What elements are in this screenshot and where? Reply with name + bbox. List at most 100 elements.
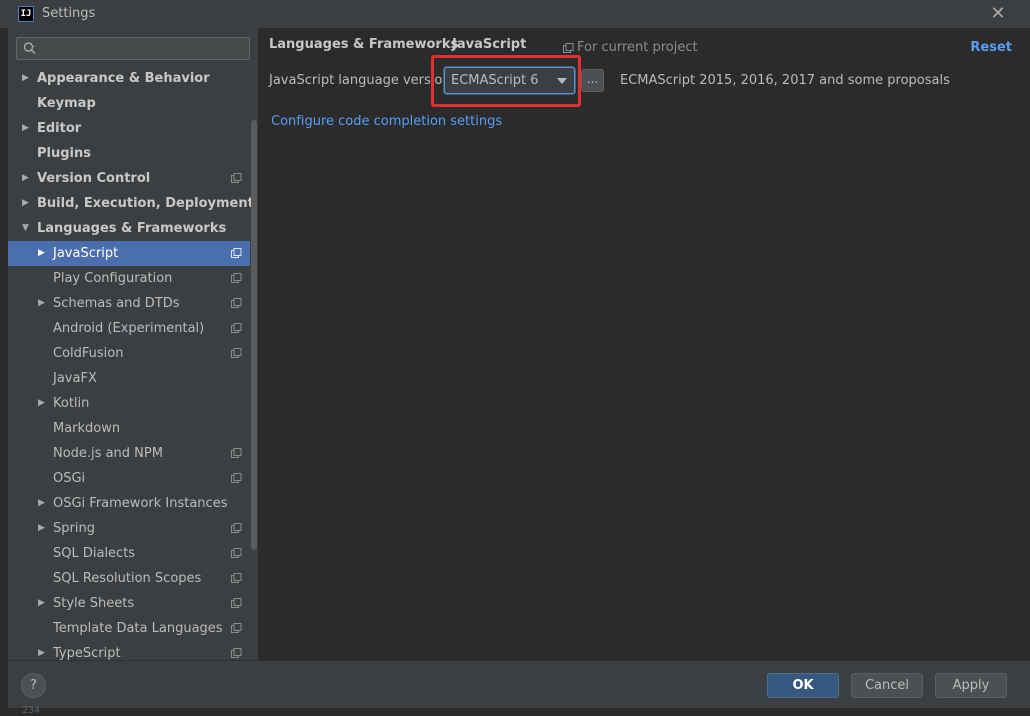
sidebar-item-osgi-framework-instances[interactable]: ▶ OSGi Framework Instances <box>8 491 250 516</box>
ok-button[interactable]: OK <box>767 673 839 698</box>
sidebar-item-plugins[interactable]: Plugins <box>8 141 250 166</box>
sidebar-item-label: Appearance & Behavior <box>37 71 210 86</box>
dropdown-arrow-icon <box>557 78 567 84</box>
sidebar-item-keymap[interactable]: Keymap <box>8 91 250 116</box>
sidebar-item-spring[interactable]: ▶ Spring <box>8 516 250 541</box>
sidebar-item-coldfusion[interactable]: ColdFusion <box>8 341 250 366</box>
editor-status-strip <box>0 708 1030 716</box>
close-icon[interactable]: ✕ <box>988 3 1008 25</box>
chevron-right-icon[interactable]: ▶ <box>38 291 48 316</box>
chevron-right-icon[interactable]: ▶ <box>38 241 48 266</box>
project-scope-icon <box>231 298 242 308</box>
project-scope-icon <box>231 473 242 483</box>
sidebar-item-label: Markdown <box>53 421 121 436</box>
help-button[interactable]: ? <box>21 673 46 698</box>
sidebar-item-label: Languages & Frameworks <box>37 221 227 236</box>
search-icon <box>23 42 36 54</box>
sidebar-item-node-js-and-npm[interactable]: Node.js and NPM <box>8 441 250 466</box>
chevron-right-icon[interactable]: ▶ <box>22 116 32 141</box>
sidebar-item-label: TypeScript <box>53 646 121 660</box>
breadcrumb-current: JavaScript <box>452 37 527 52</box>
sidebar-item-label: Play Configuration <box>53 271 173 286</box>
sidebar-item-style-sheets[interactable]: ▶ Style Sheets <box>8 591 250 616</box>
sidebar-item-label: SQL Dialects <box>53 546 136 561</box>
apply-button[interactable]: Apply <box>935 673 1007 698</box>
sidebar-item-markdown[interactable]: Markdown <box>8 416 250 441</box>
project-scope-icon <box>231 648 242 658</box>
cancel-button[interactable]: Cancel <box>851 673 923 698</box>
chevron-right-icon[interactable]: ▶ <box>38 391 48 416</box>
project-scope-icon <box>231 623 242 633</box>
chevron-right-icon[interactable]: ▶ <box>22 66 32 91</box>
project-scope-icon <box>231 548 242 558</box>
sidebar-item-label: Editor <box>37 121 82 136</box>
project-scope-icon <box>231 448 242 458</box>
line-number: 234 <box>22 705 41 716</box>
settings-tree: ▶ Appearance & Behavior Keymap ▶ Editor Plugi… <box>8 66 254 660</box>
sidebar-item-label: Plugins <box>37 146 91 161</box>
reset-button[interactable]: Reset <box>970 40 1012 55</box>
sidebar-item-label: Spring <box>53 521 95 536</box>
sidebar-item-label: Schemas and DTDs <box>53 296 180 311</box>
chevron-right-icon[interactable]: ▶ <box>38 491 48 516</box>
sidebar-item-label: Keymap <box>37 96 96 111</box>
sidebar-item-label: Node.js and NPM <box>53 446 163 461</box>
sidebar-item-label: OSGi Framework Instances <box>53 496 228 511</box>
sidebar-item-label: Kotlin <box>53 396 90 411</box>
sidebar-item-build-execution-deployment[interactable]: ▶ Build, Execution, Deployment <box>8 191 254 216</box>
chevron-down-icon[interactable]: ▼ <box>22 216 32 241</box>
sidebar-item-android-experimental[interactable]: Android (Experimental) <box>8 316 250 341</box>
sidebar-item-javascript[interactable]: ▶ JavaScript <box>8 241 250 266</box>
chevron-right-icon[interactable]: ▶ <box>38 516 48 541</box>
project-scope-icon <box>231 323 242 333</box>
sidebar-item-languages-frameworks[interactable]: ▼ Languages & Frameworks <box>8 216 250 241</box>
project-scope-icon <box>231 348 242 358</box>
sidebar-item-label: Template Data Languages <box>53 621 223 636</box>
sidebar-item-label: Version Control <box>37 171 151 186</box>
sidebar-item-osgi[interactable]: OSGi <box>8 466 250 491</box>
language-version-description: ECMAScript 2015, 2016, 2017 and some pro… <box>620 73 950 88</box>
project-scope-icon <box>231 573 242 583</box>
window-title: Settings <box>42 6 96 21</box>
project-scope-icon <box>231 273 242 283</box>
breadcrumb-parent: Languages & Frameworks <box>269 37 459 52</box>
search-input[interactable] <box>16 37 250 60</box>
chevron-right-icon[interactable]: ▶ <box>38 591 48 616</box>
sidebar-item-label: ColdFusion <box>53 346 124 361</box>
sidebar-item-editor[interactable]: ▶ Editor <box>8 116 250 141</box>
sidebar-item-template-data-languages[interactable]: Template Data Languages <box>8 616 250 641</box>
more-button[interactable]: ... <box>581 69 604 92</box>
sidebar-item-label: Build, Execution, Deployment <box>37 196 254 211</box>
app-icon: IJ <box>18 6 34 22</box>
breadcrumb-separator: › <box>436 36 442 51</box>
language-version-select[interactable]: ECMAScript 6 <box>444 67 575 94</box>
sidebar-item-label: Style Sheets <box>53 596 135 611</box>
sidebar-item-typescript[interactable]: ▶ TypeScript <box>8 641 250 660</box>
project-scope-icon <box>231 598 242 608</box>
sidebar-item-label: JavaFX <box>53 371 97 386</box>
chevron-right-icon[interactable]: ▶ <box>22 191 32 216</box>
chevron-right-icon[interactable]: ▶ <box>22 166 32 191</box>
sidebar-item-kotlin[interactable]: ▶ Kotlin <box>8 391 250 416</box>
sidebar-item-label: JavaScript <box>53 246 119 261</box>
sidebar-item-schemas-and-dtds[interactable]: ▶ Schemas and DTDs <box>8 291 250 316</box>
configure-completion-link[interactable]: Configure code completion settings <box>271 114 502 129</box>
language-version-label: JavaScript language version <box>269 73 451 88</box>
sidebar-item-label: Android (Experimental) <box>53 321 205 336</box>
project-scope-icon <box>231 523 242 533</box>
sidebar-scrollbar[interactable] <box>251 120 257 550</box>
sidebar-item-play-configuration[interactable]: Play Configuration <box>8 266 250 291</box>
project-scope-icon <box>563 43 574 53</box>
sidebar-item-sql-dialects[interactable]: SQL Dialects <box>8 541 250 566</box>
sidebar-item-version-control[interactable]: ▶ Version Control <box>8 166 250 191</box>
settings-sidebar: ▶ Appearance & Behavior Keymap ▶ Editor Plugi… <box>8 28 258 660</box>
sidebar-item-javafx[interactable]: JavaFX <box>8 366 250 391</box>
project-scope-icon <box>231 248 242 258</box>
language-version-value: ECMAScript 6 <box>451 73 539 88</box>
sidebar-item-appearance-behavior[interactable]: ▶ Appearance & Behavior <box>8 66 250 91</box>
sidebar-item-sql-resolution-scopes[interactable]: SQL Resolution Scopes <box>8 566 250 591</box>
dialog-footer: ? OK Cancel Apply <box>8 660 1030 708</box>
for-current-project-label: For current project <box>577 40 698 55</box>
chevron-right-icon[interactable]: ▶ <box>38 641 48 660</box>
sidebar-item-label: OSGi <box>53 471 86 486</box>
